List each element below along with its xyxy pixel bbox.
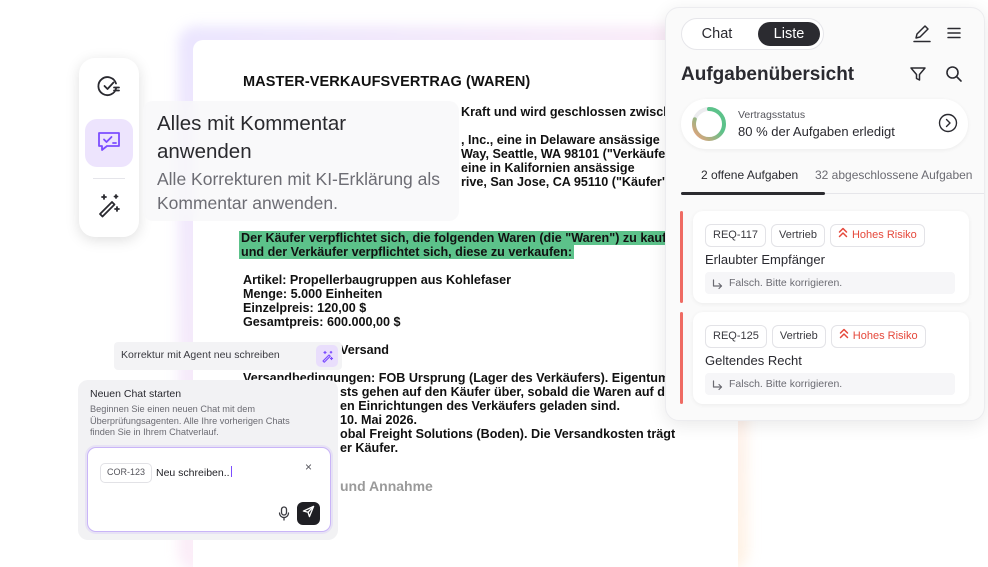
task-card[interactable]: REQ-125 Vertrieb Hohes Risiko Geltendes …	[693, 312, 969, 404]
highlighted-clause[interactable]: und der Verkäufer verpflichtet sich, die…	[239, 245, 575, 260]
magic-wand-icon[interactable]	[316, 345, 338, 367]
reference-tag[interactable]: COR-123	[100, 463, 153, 483]
comment-check-icon	[94, 126, 124, 161]
task-note-text: Falsch. Bitte korrigieren.	[729, 378, 843, 390]
magic-wand-icon	[94, 190, 124, 225]
chat-title: Neuen Chat starten	[90, 388, 182, 400]
status-value: 80 % der Aufgaben erledigt	[738, 124, 895, 139]
risk-chip: Hohes Risiko	[829, 224, 925, 247]
new-chat-panel: Neuen Chat starten Beginnen Sie einen ne…	[78, 380, 338, 540]
contract-status-card[interactable]: Vertragsstatus 80 % der Aufgaben erledig…	[681, 99, 968, 149]
document-line: Kraft und wird geschlossen zwische	[461, 105, 678, 119]
document-line: , Inc., eine in Delaware ansässige	[461, 133, 660, 147]
document-line: 10. Mai 2026.	[340, 413, 418, 427]
check-list-button[interactable]	[85, 64, 133, 112]
send-button[interactable]	[297, 502, 320, 525]
task-name: Erlaubter Empfänger	[705, 252, 825, 267]
send-icon	[302, 505, 315, 523]
task-card[interactable]: REQ-117 Vertrieb Hohes Risiko Erlaubter …	[693, 211, 969, 303]
risk-indicator-bar	[680, 211, 683, 303]
filter-icon[interactable]	[909, 65, 927, 83]
tab-open-tasks[interactable]: 2 offene Aufgaben	[701, 168, 798, 182]
reply-arrow-icon	[712, 277, 723, 299]
rail-divider	[93, 178, 125, 179]
double-chevron-up-icon	[838, 225, 848, 246]
task-note: Falsch. Bitte korrigieren.	[705, 373, 955, 395]
menu-icon[interactable]	[946, 25, 962, 41]
active-tab-indicator	[681, 192, 825, 195]
document-title: MASTER-VERKAUFSVERTRAG (WAREN)	[243, 74, 531, 90]
tooltip-description: Alle Korrekturen mit KI-Erklärung als Ko…	[157, 169, 441, 213]
document-line: Einzelpreis: 120,00 $	[243, 301, 367, 315]
comment-all-button[interactable]	[85, 119, 133, 167]
magic-wand-button[interactable]	[85, 183, 133, 231]
chevron-right-icon[interactable]	[938, 113, 958, 138]
reply-arrow-icon	[712, 378, 723, 400]
microphone-icon[interactable]	[278, 506, 290, 526]
edit-icon[interactable]	[912, 23, 932, 43]
tab-liste[interactable]: Liste	[758, 22, 820, 46]
task-tabs: 2 offene Aufgaben 32 abgeschlossene Aufg…	[681, 168, 984, 195]
document-line: eine in Kalifornien ansässige	[461, 161, 635, 175]
tool-rail	[79, 58, 139, 237]
risk-label: Hohes Risiko	[852, 330, 918, 342]
risk-label: Hohes Risiko	[851, 229, 917, 241]
tab-completed-tasks[interactable]: 32 abgeschlossene Aufgaben	[815, 168, 972, 182]
document-line: Menge: 5.000 Einheiten	[243, 287, 383, 301]
highlighted-clause[interactable]: Der Käufer verpflichtet sich, die folgen…	[239, 231, 687, 246]
document-line: er Käufer.	[340, 441, 399, 455]
rewrite-label: Korrektur mit Agent neu schreiben	[121, 349, 280, 361]
status-label: Vertragsstatus	[738, 109, 806, 121]
department-chip: Vertrieb	[771, 325, 826, 348]
task-name: Geltendes Recht	[705, 353, 802, 368]
tooltip-title: Alles mit Kommentar anwenden	[157, 112, 347, 163]
chat-description: Beginnen Sie einen neuen Chat mit dem Üb…	[90, 404, 290, 437]
search-icon[interactable]	[945, 65, 963, 83]
close-icon[interactable]: ×	[305, 461, 312, 473]
chat-input-box[interactable]: COR-123 Neu schreiben.. ×	[87, 447, 331, 532]
double-chevron-up-icon	[839, 326, 849, 347]
rail-tooltip: Alles mit Kommentar anwenden Alle Korrek…	[143, 101, 459, 221]
task-id-chip: REQ-125	[705, 325, 767, 348]
task-id-chip: REQ-117	[705, 224, 767, 247]
document-line: rive, San Jose, CA 95110 ("Käufer").	[461, 175, 676, 189]
task-note: Falsch. Bitte korrigieren.	[705, 272, 955, 294]
document-line: und Annahme	[340, 478, 433, 494]
document-line: obal Freight Solutions (Boden). Die Vers…	[340, 427, 676, 441]
chat-input-value[interactable]: Neu schreiben..	[156, 466, 232, 479]
tab-chat[interactable]: Chat	[686, 22, 748, 46]
task-note-text: Falsch. Bitte korrigieren.	[729, 277, 843, 289]
department-chip: Vertrieb	[771, 224, 825, 247]
task-panel: Chat Liste Aufgabenübersicht Vertragssta…	[665, 7, 985, 421]
view-switcher: Chat Liste	[681, 18, 824, 50]
document-line: Way, Seattle, WA 98101 ("Verkäufer")	[461, 147, 681, 161]
document-line: en Einrichtungen des Verkäufers geladen …	[340, 399, 620, 413]
rewrite-with-agent-button[interactable]: Korrektur mit Agent neu schreiben	[114, 342, 342, 370]
progress-ring	[691, 106, 727, 147]
risk-chip: Hohes Risiko	[830, 325, 926, 348]
document-line: Versand	[340, 343, 390, 357]
risk-indicator-bar	[680, 312, 683, 404]
check-list-icon	[94, 71, 124, 106]
panel-title: Aufgabenübersicht	[681, 64, 855, 85]
document-line: Artikel: Propellerbaugruppen aus Kohlefa…	[243, 273, 512, 287]
document-line: Gesamtpreis: 600.000,00 $	[243, 315, 401, 329]
document-line: sts gehen auf den Käufer über, sobald di…	[340, 385, 680, 399]
